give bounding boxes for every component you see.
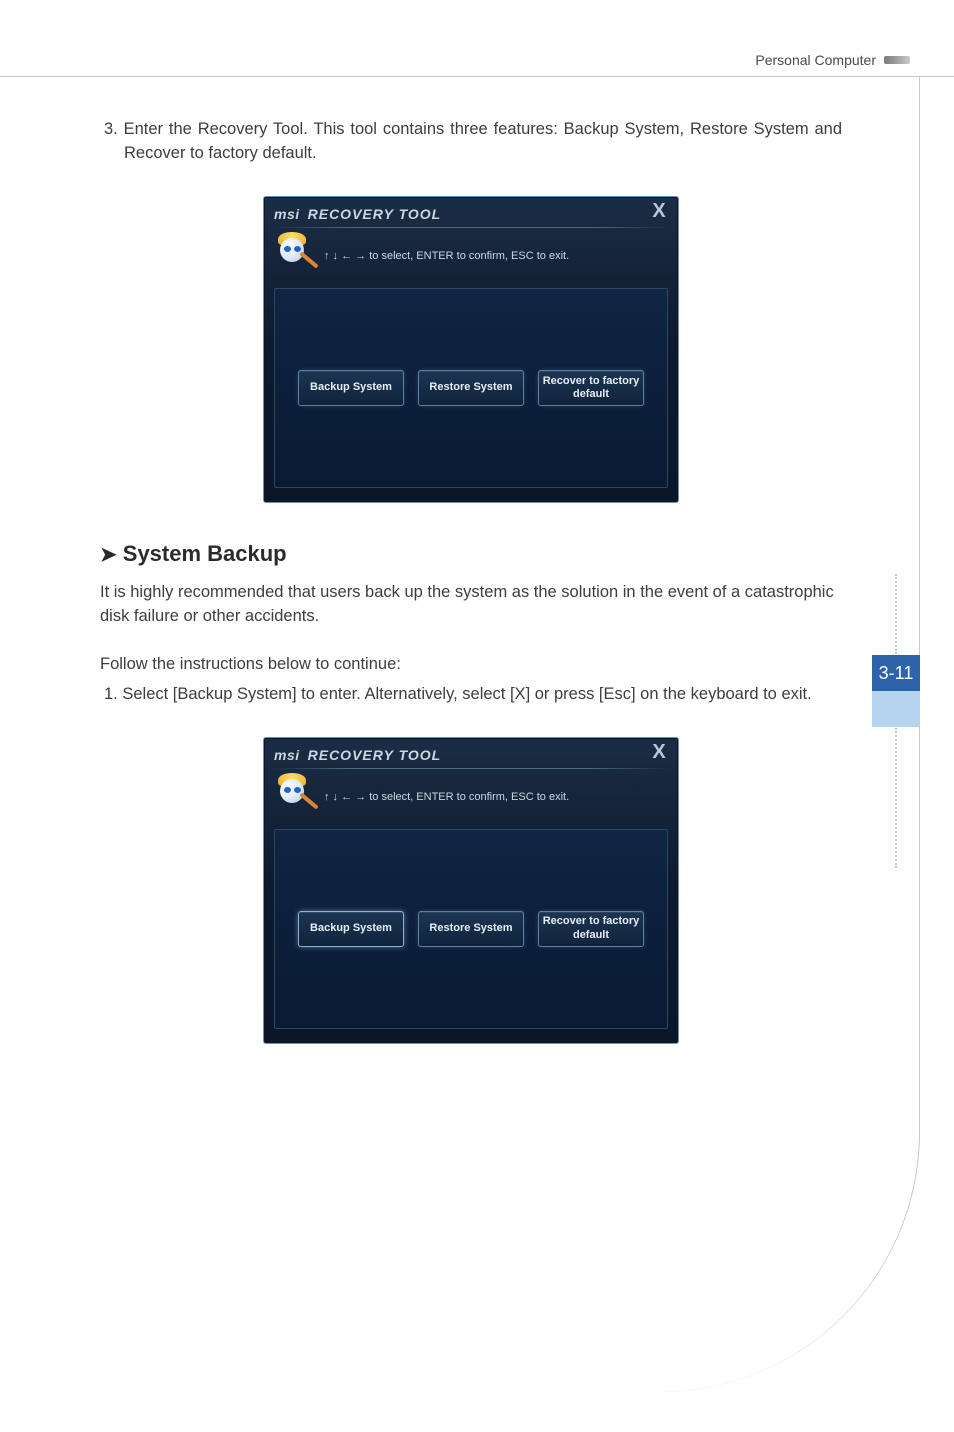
recovery-instructions: ↑ ↓ ← → to select, ENTER to confirm, ESC… <box>324 791 569 803</box>
follow-paragraph: Follow the instructions below to continu… <box>100 653 842 677</box>
chevron-right-icon: ➤ <box>100 544 117 566</box>
header-title: Personal Computer <box>755 52 876 68</box>
recovery-brand: msi <box>274 747 300 763</box>
backup-system-button[interactable]: Backup System <box>298 370 404 406</box>
restore-system-button[interactable]: Restore System <box>418 370 524 406</box>
recovery-button-panel: Backup System Restore System Recover to … <box>274 829 668 1029</box>
tab-dotted-line <box>895 728 897 868</box>
step-1-text: 1. Select [Backup System] to enter. Alte… <box>100 683 842 707</box>
recover-factory-button[interactable]: Recover to factory default <box>538 370 644 406</box>
section-heading: ➤ System Backup <box>100 541 842 567</box>
close-button[interactable]: X <box>648 742 670 764</box>
close-button[interactable]: X <box>648 201 670 223</box>
recovery-tool-window: msi RECOVERY TOOL X ↑ ↓ ← → to select, E… <box>263 196 679 503</box>
mascot-icon <box>274 234 318 278</box>
recovery-brand: msi <box>274 206 300 222</box>
recovery-instruction-row: ↑ ↓ ← → to select, ENTER to confirm, ESC… <box>264 228 678 282</box>
recovery-title: RECOVERY TOOL <box>308 206 442 222</box>
recovery-tool-window: msi RECOVERY TOOL X ↑ ↓ ← → to select, E… <box>263 737 679 1044</box>
step-3-text: 3. Enter the Recovery Tool. This tool co… <box>100 118 842 166</box>
section-paragraph: It is highly recommended that users back… <box>100 581 842 629</box>
page-number-tab: 3-11 <box>872 655 920 691</box>
recovery-title-bar: msi RECOVERY TOOL X <box>264 738 678 766</box>
page-number-tab-accent <box>872 691 920 727</box>
header-decoration <box>884 56 910 64</box>
page-content: 3. Enter the Recovery Tool. This tool co… <box>100 118 842 1082</box>
recovery-title: RECOVERY TOOL <box>308 747 442 763</box>
recovery-instructions: ↑ ↓ ← → to select, ENTER to confirm, ESC… <box>324 250 569 262</box>
recovery-title-bar: msi RECOVERY TOOL X <box>264 197 678 225</box>
backup-system-button[interactable]: Backup System <box>298 911 404 947</box>
recovery-instruction-row: ↑ ↓ ← → to select, ENTER to confirm, ESC… <box>264 769 678 823</box>
recover-factory-button[interactable]: Recover to factory default <box>538 911 644 947</box>
mascot-icon <box>274 775 318 819</box>
recovery-button-panel: Backup System Restore System Recover to … <box>274 288 668 488</box>
restore-system-button[interactable]: Restore System <box>418 911 524 947</box>
tab-dotted-line <box>895 574 897 654</box>
section-heading-text: System Backup <box>123 541 287 566</box>
